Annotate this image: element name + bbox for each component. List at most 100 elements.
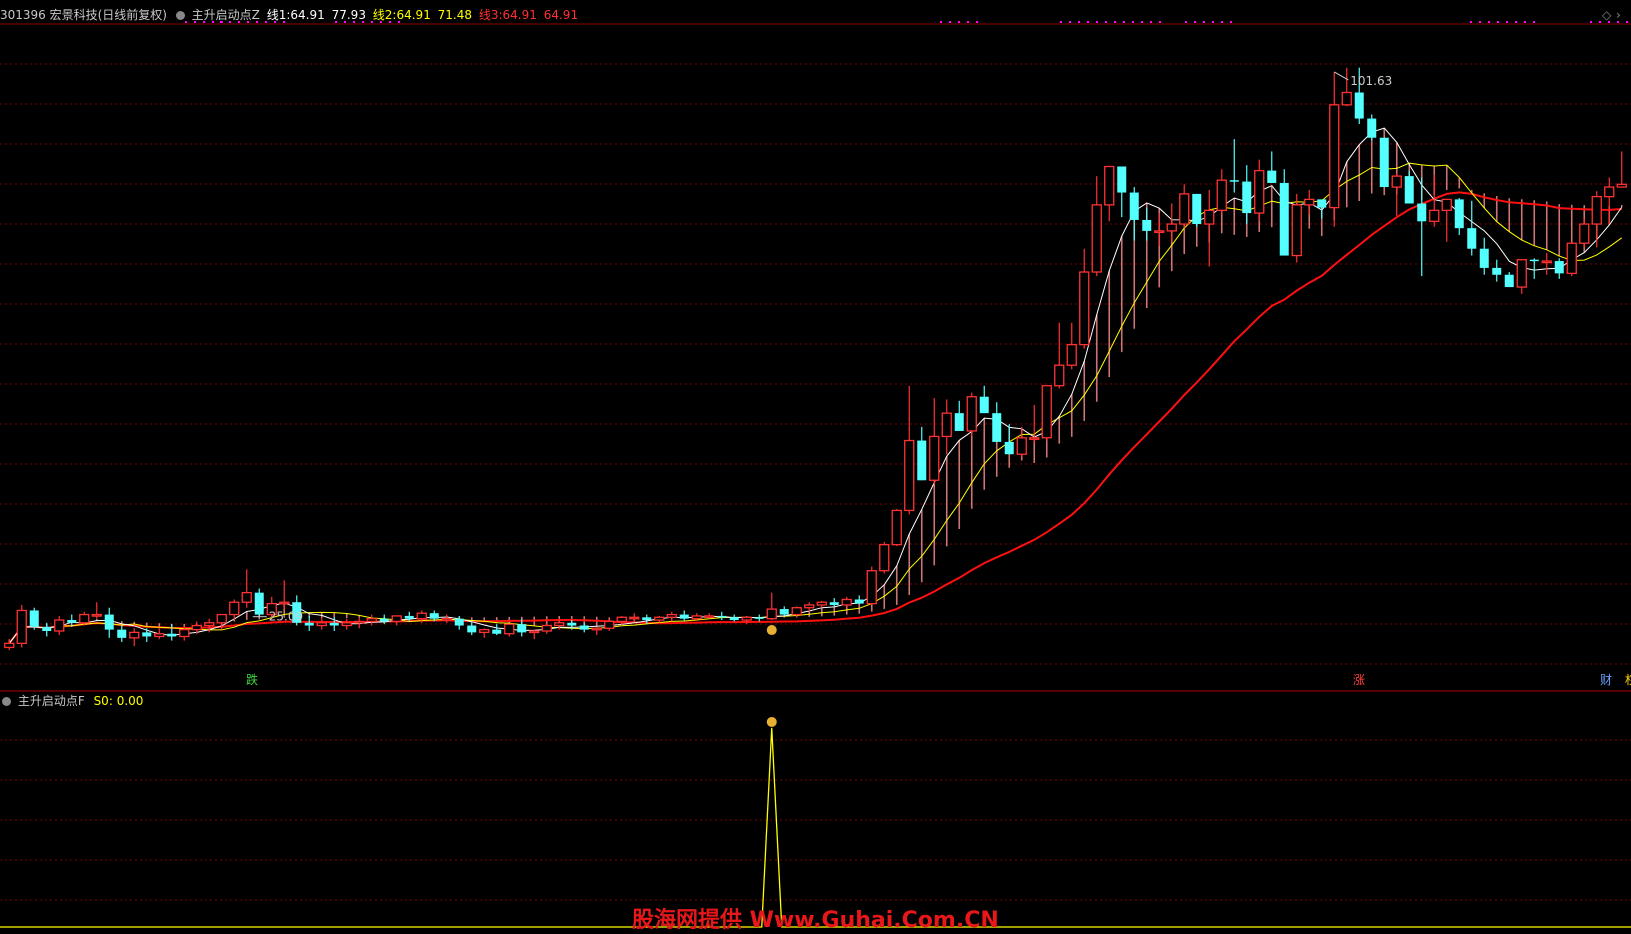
candle-body bbox=[67, 620, 77, 623]
candle bbox=[279, 580, 290, 610]
candle-body bbox=[1441, 198, 1452, 211]
candle bbox=[91, 602, 102, 619]
candle-body bbox=[616, 616, 627, 623]
candle-body bbox=[216, 613, 227, 624]
subchart bbox=[0, 716, 1631, 928]
candle-body bbox=[154, 633, 165, 638]
signal-dot bbox=[1194, 21, 1196, 23]
signal-dot bbox=[1069, 21, 1071, 23]
candle bbox=[129, 628, 140, 647]
candle-body bbox=[1317, 199, 1327, 208]
candle-body bbox=[1404, 176, 1414, 204]
candle-body bbox=[142, 632, 152, 637]
signal-dot bbox=[1497, 21, 1499, 23]
candle bbox=[1129, 187, 1139, 241]
candle bbox=[891, 509, 902, 547]
candle bbox=[629, 613, 640, 622]
candle bbox=[866, 566, 877, 605]
candle bbox=[1591, 191, 1602, 248]
signal-dot bbox=[1203, 21, 1205, 23]
signal-dot bbox=[256, 21, 258, 23]
signal-dot bbox=[1608, 21, 1610, 23]
candle-body bbox=[1354, 92, 1364, 119]
stock-chart[interactable]: 101.63 25.09 跌 涨 财权 bbox=[0, 0, 1631, 933]
candle-body bbox=[1129, 192, 1139, 220]
candle-body bbox=[1117, 166, 1127, 193]
marker-label: 财 bbox=[1600, 673, 1612, 687]
signal-dot bbox=[1150, 21, 1152, 23]
candle bbox=[441, 614, 452, 623]
candle bbox=[467, 621, 477, 636]
candle bbox=[854, 595, 864, 604]
candle-body bbox=[854, 599, 864, 604]
candle bbox=[1104, 165, 1115, 222]
candle bbox=[1004, 424, 1014, 455]
candle bbox=[1441, 198, 1452, 242]
signal-dot bbox=[389, 21, 391, 23]
signal-dot bbox=[335, 21, 337, 23]
candle bbox=[779, 606, 789, 616]
signal-dot bbox=[380, 21, 382, 23]
candle bbox=[1154, 213, 1165, 246]
signal-dot bbox=[203, 21, 205, 23]
candle bbox=[354, 617, 365, 629]
candle-body bbox=[1142, 219, 1152, 231]
candle-body bbox=[1192, 193, 1202, 225]
candle-body bbox=[1429, 209, 1440, 222]
candle-body bbox=[4, 642, 15, 649]
signal-dot bbox=[958, 21, 960, 23]
candle-body bbox=[1616, 183, 1627, 188]
candle bbox=[1066, 322, 1077, 370]
candle-body bbox=[1079, 271, 1090, 346]
signal-dot bbox=[247, 21, 249, 23]
candle-body bbox=[1341, 91, 1352, 106]
candle-body bbox=[879, 544, 890, 572]
candle-body bbox=[554, 622, 565, 627]
candle-body bbox=[504, 623, 515, 635]
candle-body bbox=[1016, 437, 1027, 455]
candle bbox=[1254, 159, 1265, 222]
signal-dot bbox=[344, 21, 346, 23]
candle bbox=[691, 613, 702, 621]
candle-body bbox=[366, 618, 377, 623]
candle bbox=[142, 628, 152, 642]
candle-body bbox=[1554, 261, 1564, 274]
signal-dot bbox=[1590, 21, 1592, 23]
candle-body bbox=[1229, 180, 1239, 182]
candle-body bbox=[1304, 198, 1315, 206]
line2 bbox=[8, 162, 1623, 644]
candle-body bbox=[167, 633, 177, 637]
candle-body bbox=[1279, 182, 1289, 256]
candle-body bbox=[1054, 364, 1065, 387]
candle-body bbox=[1091, 204, 1102, 273]
candle bbox=[1479, 237, 1489, 275]
candle-body bbox=[904, 439, 915, 512]
candles bbox=[4, 67, 1627, 651]
candle bbox=[1492, 259, 1502, 282]
candle-body bbox=[1541, 260, 1552, 264]
candle bbox=[1204, 189, 1215, 267]
candle-body bbox=[467, 625, 477, 633]
candle-body bbox=[1604, 186, 1615, 198]
candle bbox=[341, 618, 352, 630]
candle bbox=[541, 624, 552, 634]
candle-body bbox=[629, 616, 640, 620]
candle-body bbox=[754, 617, 764, 619]
candle bbox=[104, 607, 114, 638]
candle bbox=[816, 600, 827, 608]
signal-dot bbox=[1132, 21, 1134, 23]
candle bbox=[729, 614, 739, 622]
candle-body bbox=[42, 626, 52, 632]
candle-body bbox=[354, 620, 365, 624]
signal-dot bbox=[1617, 21, 1619, 23]
candle bbox=[1541, 252, 1552, 275]
candle bbox=[1054, 322, 1065, 389]
candle bbox=[754, 614, 764, 622]
candle-body bbox=[866, 570, 877, 605]
signal-dot bbox=[1533, 21, 1535, 23]
candle-body bbox=[429, 613, 439, 619]
candle-body bbox=[891, 509, 902, 546]
candle bbox=[1242, 165, 1252, 225]
candle-body bbox=[941, 412, 952, 438]
signal-dot bbox=[229, 21, 231, 23]
